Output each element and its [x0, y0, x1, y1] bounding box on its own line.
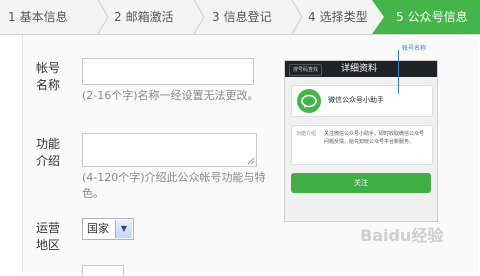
- step-5-active: 5 公众号信息: [372, 0, 480, 34]
- preview-follow-button: 关注: [291, 173, 431, 193]
- intro-hint: (4-120个字)介绍此公众帐号功能与特色。: [82, 171, 266, 200]
- account-name-label: 帐号 名称: [35, 61, 60, 92]
- step-number: 5: [396, 10, 404, 24]
- profile-preview: 搜号码查找 详细资料 微信公众号小助手 功能介绍 关注微信公众号小助手，即时收取…: [284, 60, 438, 222]
- step-label: 信息登记: [223, 10, 272, 24]
- preview-account-name: 微信公众号小助手: [328, 96, 384, 104]
- preview-intro-card: 功能介绍 关注微信公众号小助手，即时收取微信公众号问题反馈，给先知晓公众号平台新…: [291, 125, 433, 165]
- step-number: 4: [308, 10, 316, 24]
- baidu-watermark: Baidu经验: [360, 226, 444, 245]
- preview-intro-text: 关注微信公众号小助手，即时收取微信公众号问题反馈，给先知晓公众号平台新服务。: [324, 131, 425, 145]
- step-number: 2: [114, 10, 122, 24]
- partial-input[interactable]: [82, 265, 124, 276]
- wechat-logo-icon: [297, 89, 321, 113]
- preview-back-button: 搜号码查找: [289, 64, 323, 76]
- intro-label: 功能 介绍: [35, 137, 60, 168]
- region-label: 运营 地区: [35, 221, 60, 252]
- callout-label: 帐号名称: [402, 45, 427, 52]
- step-label: 公众号信息: [407, 10, 468, 24]
- intro-textarea[interactable]: [82, 133, 257, 167]
- preview-title: 详细资料: [341, 64, 378, 74]
- step-2: 2 邮箱激活: [114, 0, 174, 34]
- step-label: 邮箱激活: [125, 10, 174, 24]
- account-name-hint: (2-16个字)名称一经设置无法更改。: [82, 89, 259, 102]
- preview-intro-label: 功能介绍: [296, 131, 317, 137]
- step-3: 3 信息登记: [212, 0, 272, 34]
- chevron-down-icon[interactable]: ▼: [115, 220, 132, 238]
- step-1: 1 基本信息: [8, 0, 68, 34]
- step-label: 基本信息: [19, 10, 68, 24]
- step-number: 1: [8, 10, 16, 24]
- step-bar: 1 基本信息 2 邮箱激活 3 信息登记 4 选择类型 5 公众号信息: [0, 0, 480, 35]
- chevron-separator-icon: [291, 0, 303, 34]
- preview-header: 搜号码查找 详细资料: [285, 61, 437, 77]
- callout-line: [398, 50, 399, 94]
- account-name-input[interactable]: [82, 58, 254, 85]
- preview-account-card: 微信公众号小助手: [291, 85, 433, 117]
- region-select[interactable]: 国家 ▼: [82, 218, 134, 240]
- step-4: 4 选择类型: [308, 0, 368, 34]
- chevron-separator-icon: [193, 0, 205, 34]
- step-label: 选择类型: [319, 10, 368, 24]
- resize-grip-icon[interactable]: [247, 157, 255, 165]
- chevron-separator-icon: [97, 0, 109, 34]
- region-select-value: 国家: [87, 222, 109, 235]
- step-number: 3: [212, 10, 220, 24]
